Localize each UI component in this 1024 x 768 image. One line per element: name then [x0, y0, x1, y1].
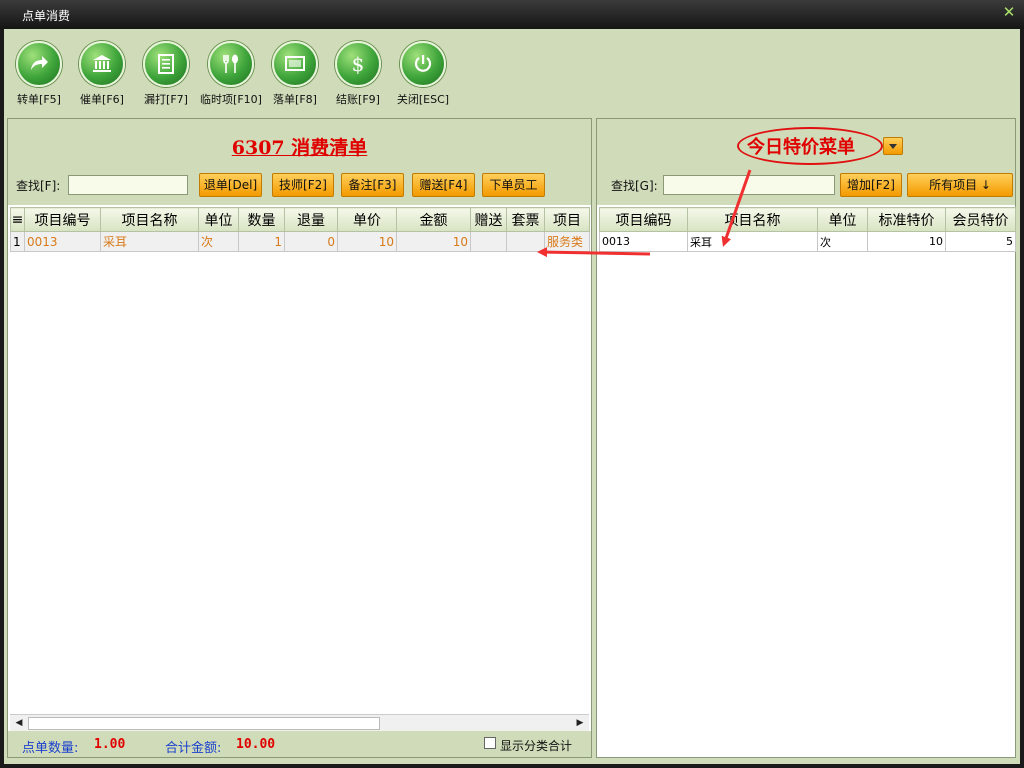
col-item-type[interactable]: 项目 — [544, 207, 590, 232]
temp-item-label: 临时项[F10] — [200, 93, 262, 106]
total-amount-label: 合计金额: — [165, 741, 222, 756]
screen-icon — [272, 41, 318, 87]
add-item-button[interactable]: 增加[F2] — [840, 173, 902, 197]
consumption-footer: 点单数量: 1.00 合计金额: 10.00 显示分类合计 — [8, 731, 591, 757]
horizontal-scrollbar[interactable]: ◀ ▶ — [10, 714, 589, 731]
close-label: 关闭[ESC] — [396, 93, 450, 106]
dollar-icon: $ — [335, 41, 381, 87]
utensils-icon — [208, 41, 254, 87]
consumption-list-panel: 6307 消费清单 查找[F]: 退单[Del] 技师[F2] 备注[F3] 赠… — [7, 118, 592, 758]
cell-standard-price: 10 — [867, 231, 946, 252]
window-title: 点单消费 — [22, 9, 71, 23]
technician-button[interactable]: 技师[F2] — [272, 173, 334, 197]
scrollbar-thumb[interactable] — [28, 717, 380, 730]
cell-item-code: 0013 — [599, 231, 688, 252]
cell-member-price: 5 — [945, 231, 1016, 252]
col-item-name[interactable]: 项目名称 — [687, 207, 818, 232]
chevron-down-icon — [889, 144, 897, 149]
transfer-order-button[interactable]: 转单[F5] — [8, 41, 70, 107]
left-search-label: 查找[F]: — [16, 179, 61, 193]
consumption-table: ≡ 项目编号 项目名称 单位 数量 退量 单价 金额 赠送 套票 项目 1 00… — [10, 207, 590, 252]
cell-unit: 次 — [198, 231, 239, 252]
special-menu-table-header: 项目编码 项目名称 单位 标准特价 会员特价 — [599, 207, 1016, 232]
all-items-button[interactable]: 所有项目 ↓ — [907, 173, 1013, 197]
remark-button[interactable]: 备注[F3] — [341, 173, 404, 197]
col-quantity[interactable]: 数量 — [238, 207, 285, 232]
col-item-name[interactable]: 项目名称 — [100, 207, 199, 232]
toolbar: 转单[F5] 催单[F6] 漏打[F7] 临时项[F10] 落单[F8] $ 结… — [4, 29, 1020, 115]
cell-item-name: 采耳 — [100, 231, 199, 252]
col-item-code[interactable]: 项目编号 — [24, 207, 101, 232]
document-icon — [143, 41, 189, 87]
svg-text:$: $ — [352, 52, 365, 76]
order-count-label: 点单数量: — [22, 741, 79, 756]
cancel-item-button[interactable]: 退单[Del] — [199, 173, 262, 197]
table-row[interactable]: 0013 采耳 次 10 5 — [599, 231, 1016, 252]
reprint-label: 漏打[F7] — [144, 93, 188, 106]
checkout-button[interactable]: $ 结账[F9] — [327, 41, 389, 107]
right-search-label: 查找[G]: — [611, 179, 658, 193]
consumption-list-header: 6307 消费清单 查找[F]: 退单[Del] 技师[F2] 备注[F3] 赠… — [8, 119, 591, 205]
power-icon — [400, 41, 446, 87]
total-amount-value: 10.00 — [236, 737, 276, 752]
col-unit[interactable]: 单位 — [817, 207, 868, 232]
forward-arrow-icon — [16, 41, 62, 87]
cell-unit-price: 10 — [337, 231, 397, 252]
bank-icon — [79, 41, 125, 87]
menu-dropdown-button[interactable] — [883, 137, 903, 155]
right-search-input[interactable] — [663, 175, 835, 195]
cell-quantity: 1 — [238, 231, 285, 252]
order-count-value: 1.00 — [94, 737, 126, 752]
consumption-list-title: 6307 消费清单 — [231, 137, 368, 159]
left-search-input[interactable] — [68, 175, 188, 195]
consumption-table-header: ≡ 项目编号 项目名称 单位 数量 退量 单价 金额 赠送 套票 项目 — [10, 207, 590, 232]
scroll-left-icon[interactable]: ◀ — [12, 717, 26, 730]
show-category-total-label[interactable]: 显示分类合计 — [500, 737, 572, 754]
row-index: 1 — [10, 231, 25, 252]
special-menu-panel: 今日特价菜单 查找[G]: 增加[F2] 所有项目 ↓ 项目编码 项目名称 单位… — [596, 118, 1016, 758]
scroll-right-icon[interactable]: ▶ — [573, 717, 587, 730]
rush-order-label: 催单[F6] — [80, 93, 124, 106]
place-order-button[interactable]: 落单[F8] — [264, 41, 326, 107]
transfer-order-label: 转单[F5] — [17, 93, 61, 106]
reprint-button[interactable]: 漏打[F7] — [135, 41, 197, 107]
place-order-label: 落单[F8] — [273, 93, 317, 106]
col-amount[interactable]: 金额 — [396, 207, 471, 232]
gift-button[interactable]: 赠送[F4] — [412, 173, 475, 197]
col-return-qty[interactable]: 退量 — [284, 207, 338, 232]
cell-item-name: 采耳 — [687, 231, 818, 252]
col-unit-price[interactable]: 单价 — [337, 207, 397, 232]
cell-return-qty: 0 — [284, 231, 338, 252]
temp-item-button[interactable]: 临时项[F10] — [200, 41, 262, 107]
cell-unit: 次 — [817, 231, 868, 252]
col-gift[interactable]: 赠送 — [470, 207, 507, 232]
special-menu-header: 今日特价菜单 查找[G]: 增加[F2] 所有项目 ↓ — [597, 119, 1015, 205]
title-bar: 点单消费 ✕ — [0, 0, 1024, 29]
col-standard-price[interactable]: 标准特价 — [867, 207, 946, 232]
col-unit[interactable]: 单位 — [198, 207, 239, 232]
col-item-code[interactable]: 项目编码 — [599, 207, 688, 232]
col-ticket[interactable]: 套票 — [506, 207, 545, 232]
col-menu[interactable]: ≡ — [10, 207, 25, 232]
cell-item-type: 服务类 — [544, 231, 590, 252]
special-menu-title: 今日特价菜单 — [747, 137, 855, 158]
cell-ticket — [506, 231, 545, 252]
close-icon[interactable]: ✕ — [1002, 5, 1016, 20]
special-menu-table: 项目编码 项目名称 单位 标准特价 会员特价 0013 采耳 次 10 5 — [599, 207, 1016, 252]
col-member-price[interactable]: 会员特价 — [945, 207, 1016, 232]
window-body: 转单[F5] 催单[F6] 漏打[F7] 临时项[F10] 落单[F8] $ 结… — [4, 29, 1020, 764]
checkout-label: 结账[F9] — [336, 93, 380, 106]
cell-item-code: 0013 — [24, 231, 101, 252]
order-staff-button[interactable]: 下单员工 — [482, 173, 545, 197]
close-button[interactable]: 关闭[ESC] — [392, 41, 454, 107]
show-category-total-checkbox[interactable] — [484, 737, 496, 749]
cell-gift — [470, 231, 507, 252]
rush-order-button[interactable]: 催单[F6] — [71, 41, 133, 107]
table-row[interactable]: 1 0013 采耳 次 1 0 10 10 服务类 — [10, 231, 590, 252]
cell-amount: 10 — [396, 231, 471, 252]
